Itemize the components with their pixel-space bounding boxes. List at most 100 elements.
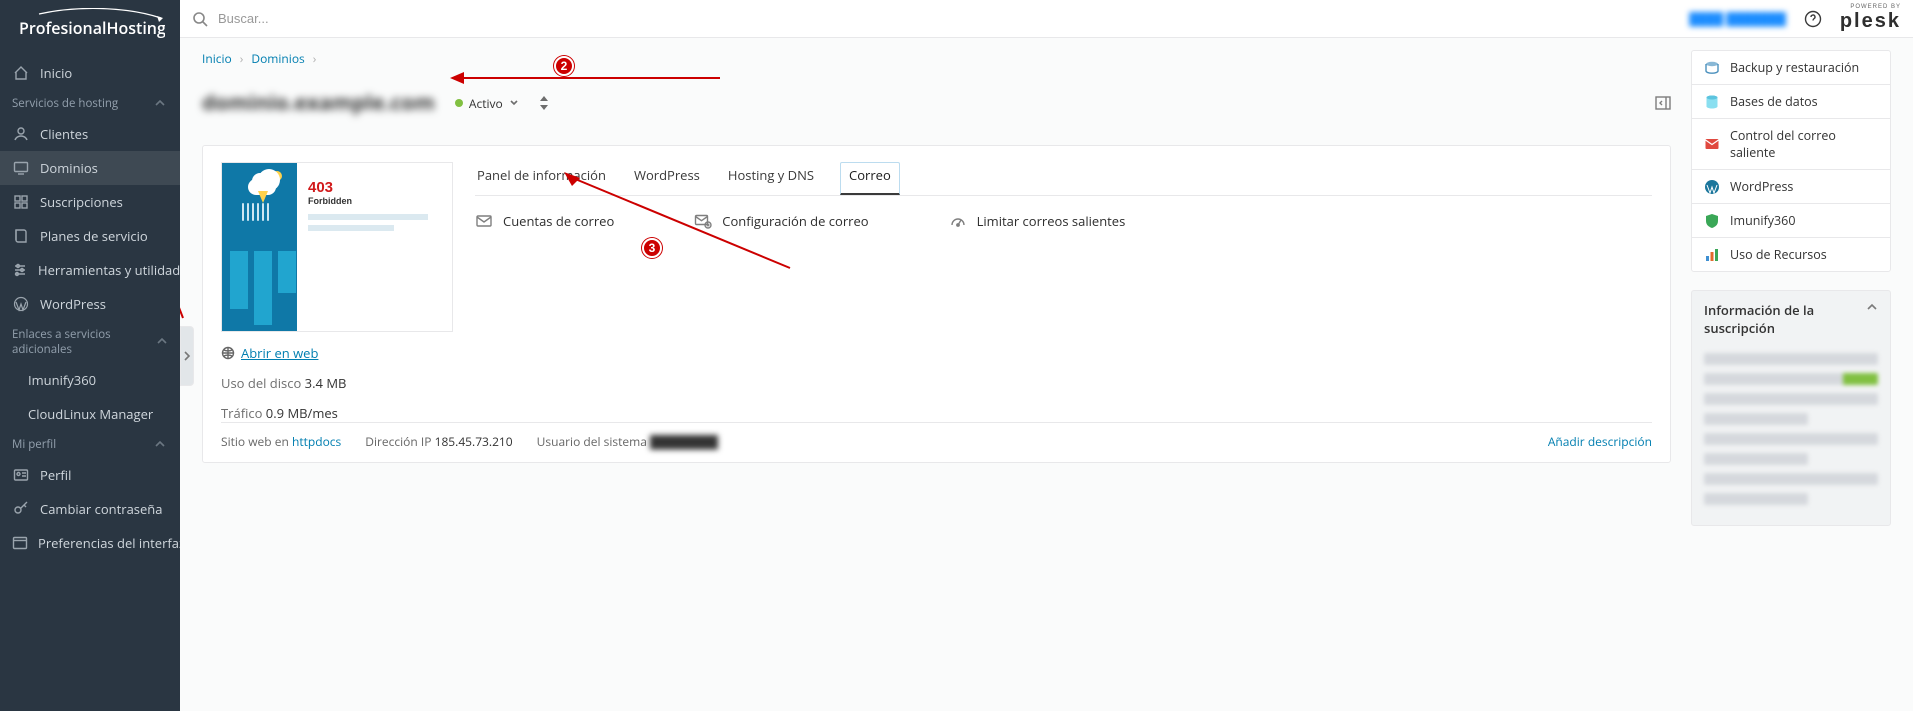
annotation-badge-3: 3 [642,238,662,258]
topbar: ████ ███████ POWERED BY plesk [180,0,1913,38]
tool-mail-accounts[interactable]: Cuentas de correo [475,212,614,230]
status-dot-icon [455,99,463,107]
wordpress-blue-icon [1704,179,1720,195]
sidebar-label: CloudLinux Manager [28,405,168,423]
chevron-up-icon [154,438,168,452]
tab-dns[interactable]: Hosting y DNS [726,162,816,195]
window-icon [12,534,28,552]
brand-text: ProfesionalHosting [19,17,165,39]
traffic-usage: Tráfico 0.9 MB/mes [221,404,453,422]
main: ████ ███████ POWERED BY plesk 1 2 3 [180,0,1913,711]
chevron-down-icon [509,98,519,108]
disk-usage: Uso del disco 3.4 MB [221,374,453,392]
sidebar-item-herramientas[interactable]: Herramientas y utilidades [0,253,180,287]
tool-limit-outgoing[interactable]: Limitar correos salientes [949,212,1126,230]
tool-label: Backup y restauración [1730,59,1859,76]
search [192,10,1677,27]
tool-label: Bases de datos [1730,93,1818,110]
help-icon[interactable] [1804,10,1822,28]
sidebar-label: Planes de servicio [40,227,168,245]
sidebar-label: Clientes [40,125,168,143]
breadcrumb-domains[interactable]: Dominios [251,50,304,67]
sidebar-item-inicio[interactable]: Inicio [0,56,180,90]
sidebar-item-prefs[interactable]: Preferencias del interfaz [0,526,180,560]
panel-title: Información de la suscripción [1704,301,1866,337]
book-icon [12,227,30,245]
sidebar-item-perfil[interactable]: Perfil [0,458,180,492]
chevron-right-icon: › [240,50,244,67]
tool-label: WordPress [1730,178,1793,195]
sidebar-item-wordpress[interactable]: WordPress [0,287,180,321]
site-thumbnail[interactable]: 403 Forbidden [221,162,453,332]
open-in-web-label: Abrir en web [241,344,318,362]
tool-backup[interactable]: Backup y restauración [1692,51,1890,84]
tool-label: Cuentas de correo [503,212,614,230]
sidebar-expand-handle[interactable] [180,326,194,386]
grid-icon [12,193,30,211]
tool-label: Imunify360 [1730,212,1795,229]
tab-wordpress[interactable]: WordPress [632,162,702,195]
tool-label: Control del correo saliente [1730,127,1878,161]
sidebar-group-hosting[interactable]: Servicios de hosting [0,90,180,117]
tool-mail-settings[interactable]: Configuración de correo [694,212,868,230]
external-link-icon [221,346,235,360]
updown-icon[interactable] [539,96,549,110]
plesk-word: plesk [1840,10,1901,33]
tool-label: Uso de Recursos [1730,246,1827,263]
sidebar-label: Inicio [40,64,168,82]
sidebar-item-imunify[interactable]: Imunify360 [0,363,180,397]
plesk-brand[interactable]: POWERED BY plesk [1840,4,1901,33]
sidebar-item-dominios[interactable]: Dominios [0,151,180,185]
mail-red-icon [1704,136,1720,152]
siteroot: Sitio web en httpdocs [221,433,341,450]
tool-resources[interactable]: Uso de Recursos [1692,237,1890,271]
breadcrumb-home[interactable]: Inicio [202,50,232,67]
sidebar-item-clientes[interactable]: Clientes [0,117,180,151]
sidebar-item-cloudlinux[interactable]: CloudLinux Manager [0,397,180,431]
domain-footer: Sitio web en httpdocs Dirección IP 185.4… [221,422,1652,456]
tab-panel-info[interactable]: Panel de información [475,162,608,195]
tools-panel: Backup y restauración Bases de datos Con… [1691,50,1891,272]
topbar-account[interactable]: ████ ███████ [1689,10,1786,27]
tool-imunify[interactable]: Imunify360 [1692,203,1890,237]
search-input[interactable] [216,10,636,27]
sidebar-label: Cambiar contraseña [40,500,168,518]
sidebar-item-planes[interactable]: Planes de servicio [0,219,180,253]
sidebar-label: Herramientas y utilidades [38,261,194,279]
status-label: Activo [469,95,503,112]
panel-toggle[interactable] [1655,96,1671,110]
sidebar-label: Preferencias del interfaz [38,534,185,552]
sidebar-item-suscripciones[interactable]: Suscripciones [0,185,180,219]
add-description-link[interactable]: Añadir descripción [1548,433,1652,450]
tool-outgoing-mail[interactable]: Control del correo saliente [1692,118,1890,169]
brand-logo[interactable]: ProfesionalHosting [0,0,180,56]
home-icon [12,64,30,82]
sidebar-label: Suscripciones [40,193,168,211]
content: 1 2 3 Inicio › Dominios › dominio.exampl… [180,38,1913,711]
sidebar-group-profile[interactable]: Mi perfil [0,431,180,458]
siteroot-link[interactable]: httpdocs [292,433,341,450]
sidebar-item-password[interactable]: Cambiar contraseña [0,492,180,526]
error-label: Forbidden [308,196,438,206]
sidebar-group-label: Servicios de hosting [12,96,118,111]
tool-databases[interactable]: Bases de datos [1692,84,1890,118]
sidebar-group-ext[interactable]: Enlaces a servicios adicionales [0,321,180,363]
sidebar-label: Perfil [40,466,168,484]
sidebar: ProfesionalHosting Inicio Servicios de h… [0,0,180,711]
status-chip[interactable]: Activo [455,95,519,112]
open-in-web-link[interactable]: Abrir en web [221,344,453,362]
sidebar-label: Dominios [40,159,168,177]
subscription-info-header[interactable]: Información de la suscripción [1692,291,1890,347]
subscription-info-body [1692,347,1890,525]
monitor-icon [12,159,30,177]
bars-icon [1704,247,1720,263]
domain-tabs: Panel de información WordPress Hosting y… [475,162,1652,196]
tool-wordpress[interactable]: WordPress [1692,169,1890,203]
chevron-up-icon [154,97,168,111]
error-code: 403 [308,179,438,196]
annotation-badge-2: 2 [554,56,574,76]
tab-mail[interactable]: Correo [840,162,900,195]
sliders-icon [12,261,28,279]
chevron-up-icon [1866,301,1878,313]
sidebar-group-label: Mi perfil [12,437,56,452]
